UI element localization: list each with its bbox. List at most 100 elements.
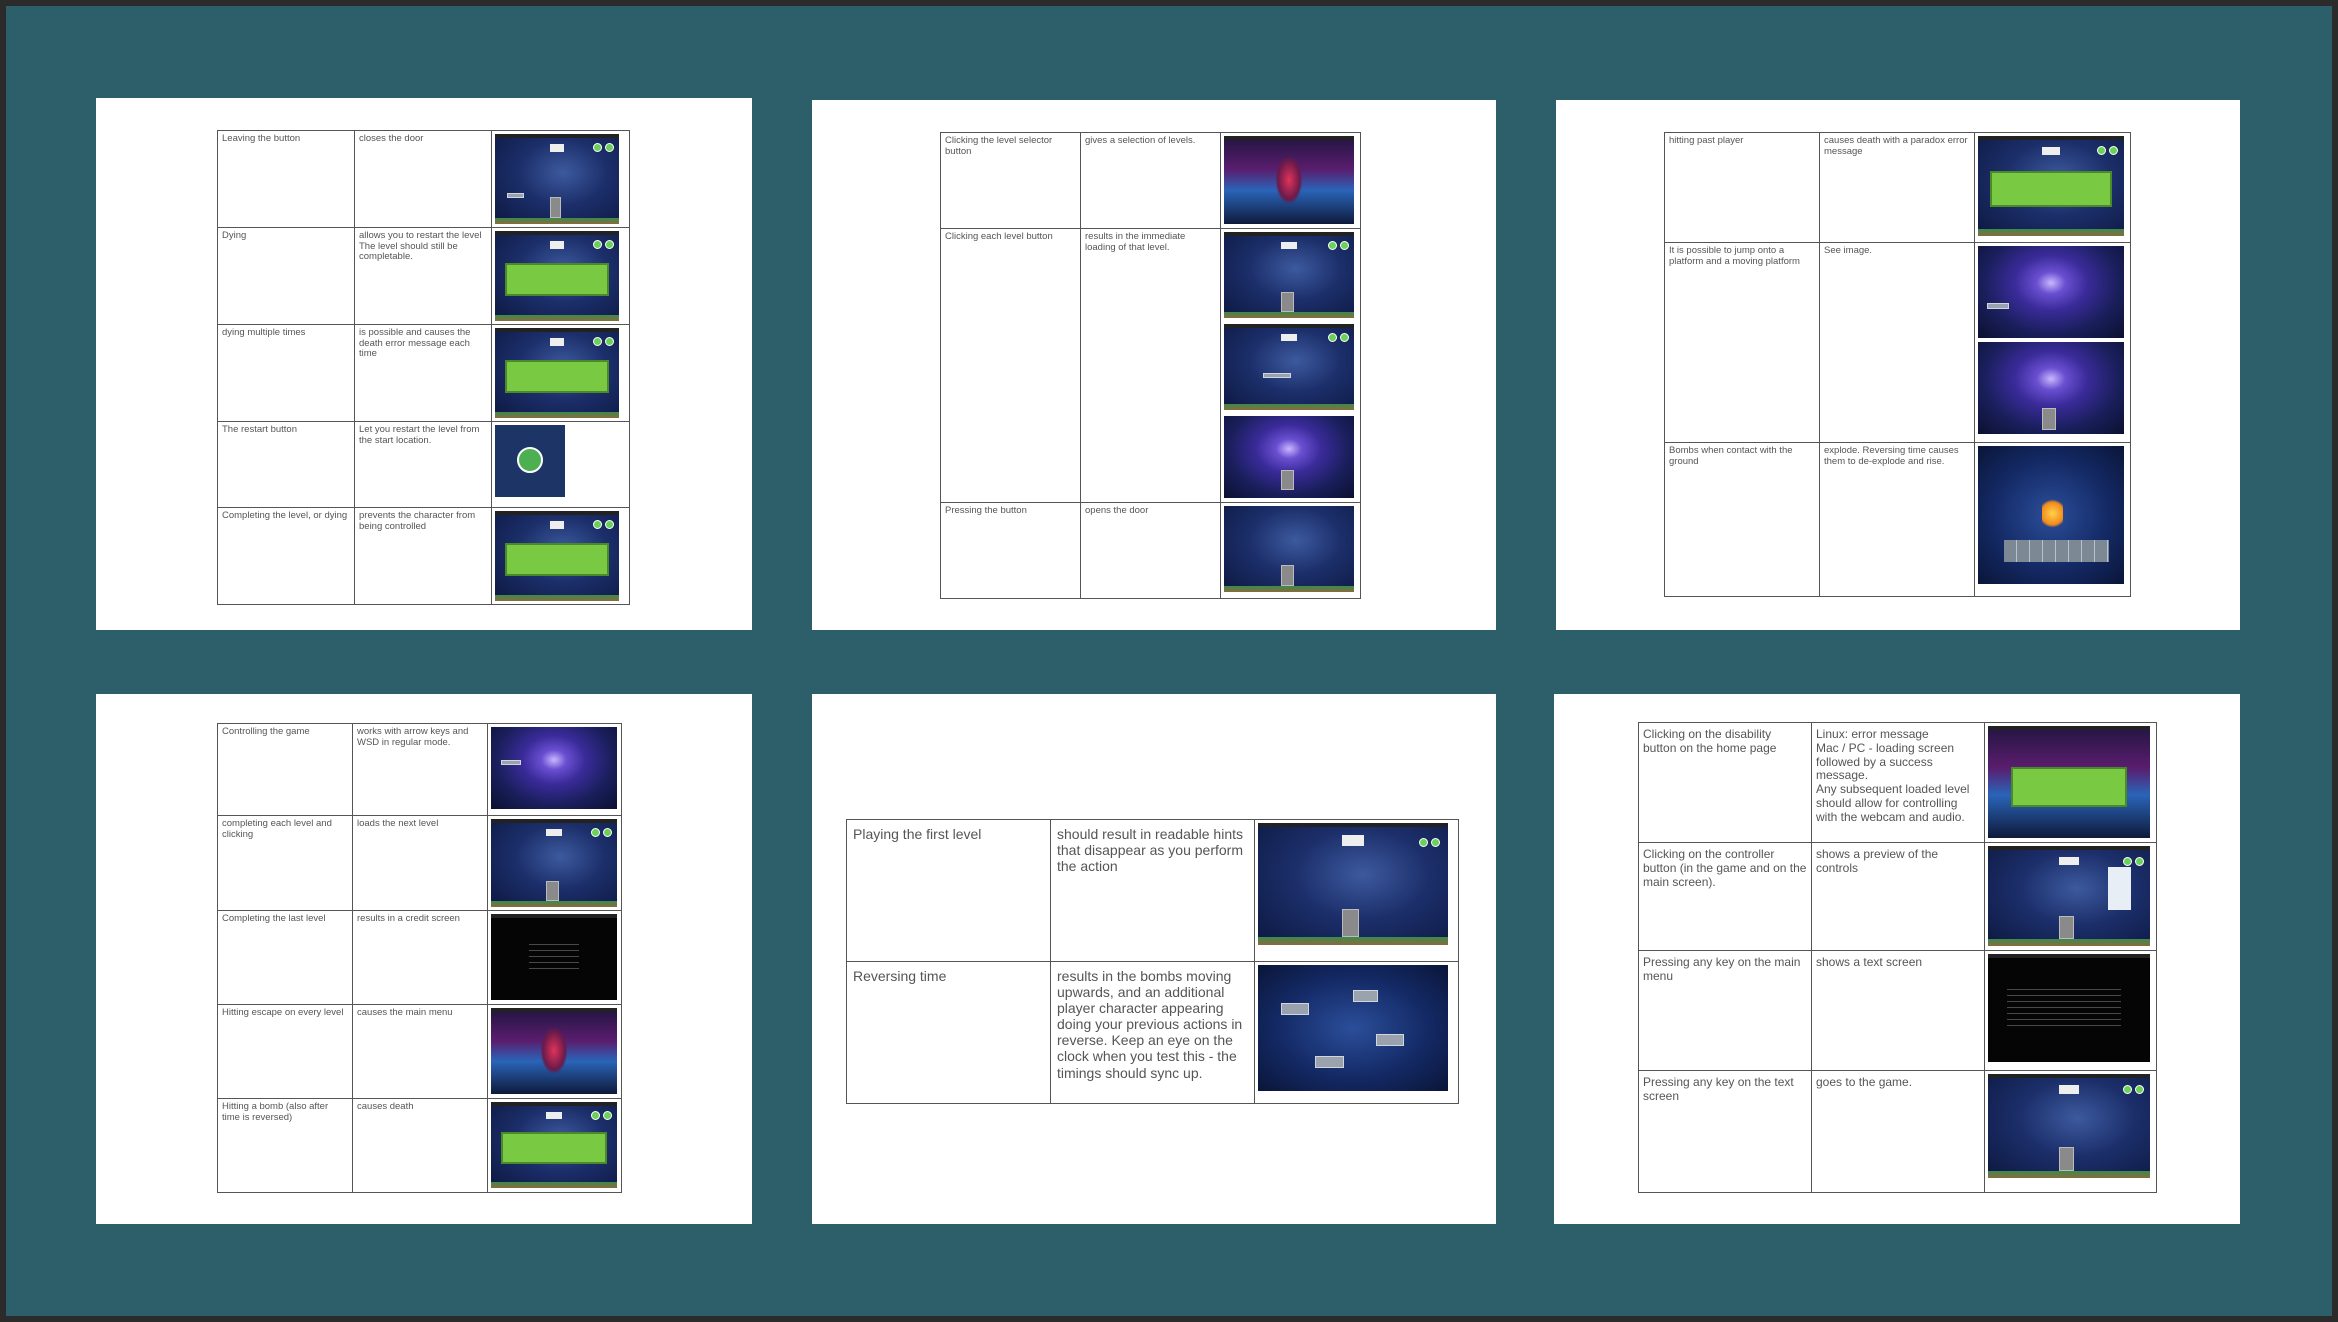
reverse-time-thumbnail [1258,965,1448,1091]
table-row: The restart button Let you restart the l… [217,421,630,508]
screenshot-cell [487,1098,622,1193]
bomb-explosion-thumbnail [1978,446,2124,584]
result-cell: causes the main menu [352,1004,488,1099]
game-over-thumbnail [495,328,619,418]
action-cell: Leaving the button [217,130,355,228]
screenshot-cell [1974,132,2131,243]
action-cell: completing each level and clicking [217,815,353,911]
action-cell: Bombs when contact with the ground [1664,442,1820,597]
controller-preview-thumbnail [1988,846,2150,946]
action-cell: Clicking on the disability button on the… [1638,722,1812,843]
restart-icon [495,425,565,497]
table-row: Bombs when contact with the ground explo… [1664,442,2131,597]
table-row: Clicking the level selector button gives… [940,132,1361,229]
result-cell: shows a text screen [1811,950,1985,1071]
screenshot-cell [1254,961,1459,1104]
action-cell: Completing the level, or dying [217,507,355,605]
document-page-3: hitting past player causes death with a … [1556,100,2240,630]
screenshot-cell [1984,950,2157,1071]
result-cell: loads the next level [352,815,488,911]
disability-mode-thumbnail [1988,726,2150,838]
screenshot-cell [491,227,630,325]
screenshot-cell [1984,1070,2157,1193]
action-cell: Controlling the game [217,723,353,816]
result-cell: shows a preview of the controls [1811,842,1985,951]
screenshot-cell [1974,242,2131,443]
table-row: Leaving the button closes the door [217,130,630,228]
document-page-5: Playing the first level should result in… [812,694,1496,1224]
screenshot-cell [1984,842,2157,951]
action-cell: Completing the last level [217,910,353,1005]
paradox-thumbnail [495,511,619,601]
result-cell: goes to the game. [1811,1070,1985,1193]
document-page-6: Clicking on the disability button on the… [1554,694,2240,1224]
table-row: Pressing any key on the main menu shows … [1638,950,2157,1071]
action-cell: Playing the first level [846,819,1051,962]
result-cell: gives a selection of levels. [1080,132,1221,229]
test-table-3: hitting past player causes death with a … [1664,132,2131,597]
result-cell: explode. Reversing time causes them to d… [1819,442,1975,597]
screenshot-cell [491,324,630,422]
result-cell: results in the immediate loading of that… [1080,228,1221,503]
level-2-thumbnail [1224,324,1354,410]
test-table-6: Clicking on the disability button on the… [1638,722,2157,1193]
test-table-4: Controlling the game works with arrow ke… [217,723,622,1193]
action-cell: It is possible to jump onto a platform a… [1664,242,1820,443]
table-row: completing each level and clicking loads… [217,815,622,911]
table-row: Pressing any key on the text screen goes… [1638,1070,2157,1193]
screenshot-cell [487,815,622,911]
level-3-thumbnail [1224,416,1354,498]
table-row: Clicking on the controller button (in th… [1638,842,2157,951]
action-cell: Reversing time [846,961,1051,1104]
action-cell: Clicking each level button [940,228,1081,503]
screenshot-cell [1984,722,2157,843]
paradox-thumbnail [1978,136,2124,236]
result-cell: works with arrow keys and WSD in regular… [352,723,488,816]
game-over-thumbnail [495,231,619,321]
action-cell: Clicking on the controller button (in th… [1638,842,1812,951]
action-cell: Pressing any key on the text screen [1638,1070,1812,1193]
game-level-thumbnail [491,819,617,907]
screenshot-cell [491,507,630,605]
action-cell: Dying [217,227,355,325]
screenshot-cell [491,130,630,228]
screenshot-cell [487,723,622,816]
level-1-thumbnail [1224,232,1354,318]
main-menu-thumbnail [491,1008,617,1094]
table-row: Completing the last level results in a c… [217,910,622,1005]
test-table-1: Leaving the button closes the door Dying… [217,130,630,605]
table-row: Reversing time results in the bombs movi… [846,961,1459,1104]
action-cell: Clicking the level selector button [940,132,1081,229]
screenshot-cell [1974,442,2131,597]
action-cell: hitting past player [1664,132,1820,243]
moving-platform-thumbnail [1978,342,2124,434]
screenshot-cell [487,910,622,1005]
screenshot-cell [1220,228,1361,503]
space-level-thumbnail [491,727,617,809]
result-cell: allows you to restart the level The leve… [354,227,492,325]
result-cell: is possible and causes the death error m… [354,324,492,422]
result-cell: prevents the character from being contro… [354,507,492,605]
table-row: Hitting a bomb (also after time is rever… [217,1098,622,1193]
text-screen-thumbnail [1988,954,2150,1062]
result-cell: causes death with a paradox error messag… [1819,132,1975,243]
result-cell: causes death [352,1098,488,1193]
action-cell: Hitting a bomb (also after time is rever… [217,1098,353,1193]
screenshot-cell [487,1004,622,1099]
screenshot-cell [1254,819,1459,962]
table-row: hitting past player causes death with a … [1664,132,2131,243]
table-row: Dying allows you to restart the level Th… [217,227,630,325]
result-cell: closes the door [354,130,492,228]
table-row: Playing the first level should result in… [846,819,1459,962]
game-level-thumbnail [1988,1074,2150,1178]
action-cell: Pressing any key on the main menu [1638,950,1812,1071]
table-row: Clicking each level button results in th… [940,228,1361,503]
document-page-1: Leaving the button closes the door Dying… [96,98,752,630]
table-row: It is possible to jump onto a platform a… [1664,242,2131,443]
document-page-2: Clicking the level selector button gives… [812,100,1496,630]
result-cell: See image. [1819,242,1975,443]
door-open-thumbnail [1224,506,1354,592]
level-selector-thumbnail [1224,136,1354,224]
table-row: dying multiple times is possible and cau… [217,324,630,422]
result-cell: opens the door [1080,502,1221,599]
